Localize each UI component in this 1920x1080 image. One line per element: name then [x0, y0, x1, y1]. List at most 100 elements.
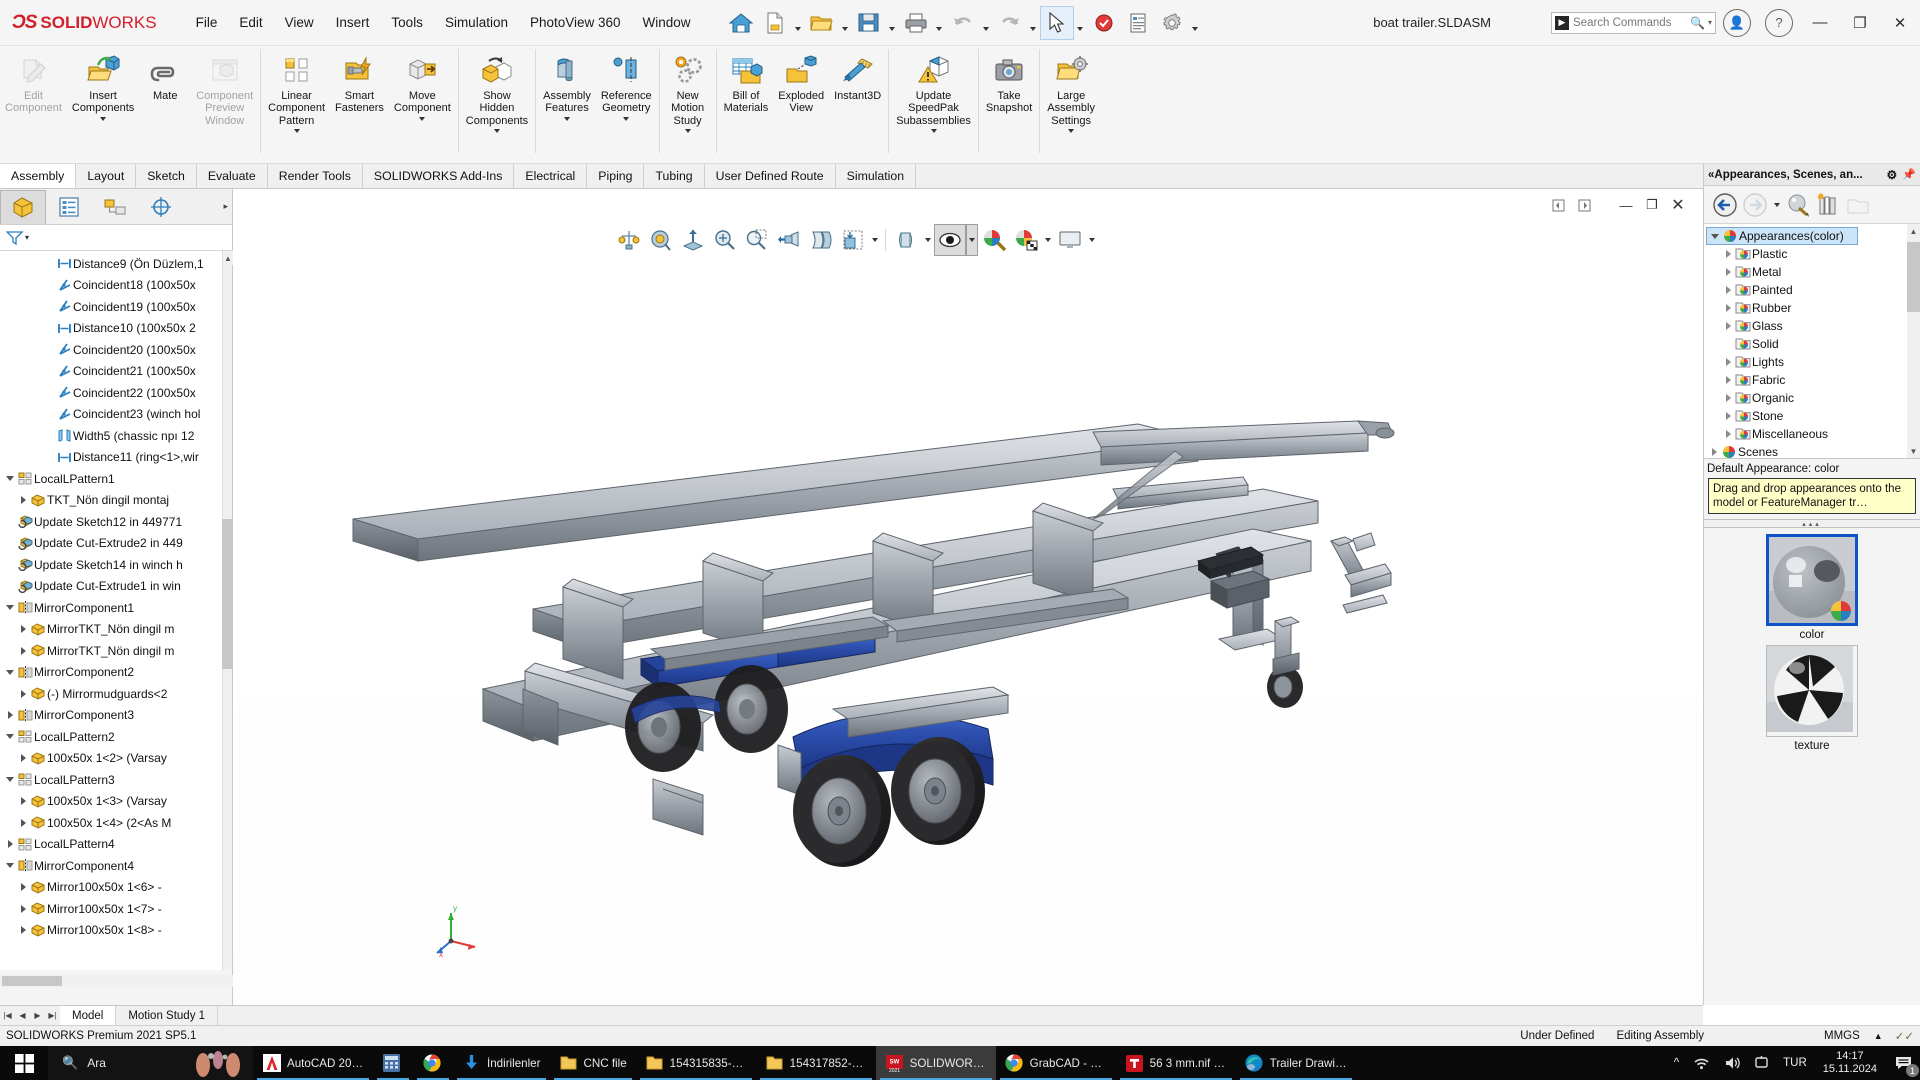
feature-tree-row[interactable]: LocalLPattern3	[0, 769, 222, 791]
expand-toggle-right[interactable]	[1722, 430, 1734, 438]
ribbon-caret-show-hidden-components[interactable]	[494, 129, 500, 133]
model-tab-model[interactable]: Model	[60, 1006, 116, 1025]
appearance-sphere-icon[interactable]	[1783, 190, 1813, 220]
feature-tree-row[interactable]: Mirror100x50x 1<8> -	[0, 920, 222, 942]
expand-toggle-right[interactable]	[1722, 250, 1734, 258]
feature-tree-row[interactable]: LocalLPattern1	[0, 468, 222, 490]
expand-toggle-right[interactable]	[17, 625, 29, 633]
appearance-folder-rubber[interactable]: Rubber	[1706, 299, 1920, 317]
ribbon-large-assembly-settings[interactable]: LargeAssemblySettings	[1042, 49, 1100, 133]
expand-toggle-right[interactable]	[17, 797, 29, 805]
print-dropdown[interactable]	[933, 6, 946, 40]
taskbar-item-chrome-2[interactable]	[413, 1046, 453, 1080]
custom-folder-icon[interactable]	[1843, 190, 1873, 220]
user-account-icon[interactable]: 👤	[1723, 9, 1751, 37]
model-tabs-prev[interactable]: ◀	[15, 1006, 30, 1025]
restore-button[interactable]: ❐	[1840, 0, 1880, 46]
ribbon-show-hidden-components[interactable]: ShowHiddenComponents	[461, 49, 533, 133]
task-pane-pin-icon[interactable]: 📌	[1902, 168, 1916, 181]
fm-tabs-overflow[interactable]: ▸	[223, 201, 232, 212]
feature-tree-row[interactable]: MirrorTKT_Nön dingil m	[0, 619, 222, 641]
search-dropdown-caret[interactable]: ▾	[1708, 18, 1712, 27]
appearance-folder-solid[interactable]: Solid	[1706, 335, 1920, 353]
taskbar-item-autocad-0[interactable]: AutoCAD 2021 ...	[253, 1046, 373, 1080]
expand-toggle-down[interactable]	[4, 734, 16, 739]
ribbon-bill-of-materials[interactable]: Bill ofMaterials	[719, 49, 774, 115]
feature-tree-row[interactable]: MirrorComponent3	[0, 705, 222, 727]
scene-books-icon[interactable]	[1813, 190, 1843, 220]
expand-toggle-right[interactable]	[17, 883, 29, 891]
expand-toggle-right[interactable]	[17, 819, 29, 827]
boat-trailer-model[interactable]: y x	[233, 189, 1703, 1005]
menu-item-insert[interactable]: Insert	[325, 9, 381, 36]
panel-splitter-gripper[interactable]: ▴▴▴	[1704, 519, 1920, 528]
swatch-preview-texture[interactable]	[1766, 645, 1858, 737]
appearance-folder-painted[interactable]: Painted	[1706, 281, 1920, 299]
feature-tree-row[interactable]: Distance11 (ring<1>,wir	[0, 447, 222, 469]
swatch-item-color[interactable]: color	[1766, 534, 1858, 641]
tab-piping[interactable]: Piping	[587, 164, 644, 188]
save-dropdown[interactable]	[886, 6, 899, 40]
feature-tree-row[interactable]: MirrorComponent2	[0, 662, 222, 684]
appearance-folder-plastic[interactable]: Plastic	[1706, 245, 1920, 263]
swatch-item-texture[interactable]: texture	[1766, 645, 1858, 752]
taskbar-item-solidworks-7[interactable]: SW2021SOLIDWORKS ...	[876, 1046, 996, 1080]
model-tabs-next[interactable]: ▶	[30, 1006, 45, 1025]
taskbar-item-folder-6[interactable]: 154317852-1-wi...	[756, 1046, 876, 1080]
appearance-folder-fabric[interactable]: Fabric	[1706, 371, 1920, 389]
graphics-viewport[interactable]: — ❐ ✕	[233, 189, 1703, 1005]
feature-tree-row[interactable]: Coincident18 (100x50x	[0, 275, 222, 297]
file-properties-button[interactable]	[1121, 6, 1155, 40]
expand-toggle-down[interactable]	[4, 863, 16, 868]
options-dropdown[interactable]	[1189, 6, 1202, 40]
feature-tree-row[interactable]: TKT_Nön dingil montaj	[0, 490, 222, 512]
taskbar-item-edge-10[interactable]: Trailer Drawing...	[1236, 1046, 1356, 1080]
feature-tree-row[interactable]: Update Sketch12 in 449771	[0, 511, 222, 533]
expand-toggle-right[interactable]	[1722, 394, 1734, 402]
print-button[interactable]	[899, 6, 933, 40]
expand-toggle-right[interactable]	[1722, 358, 1734, 366]
taskbar-item-chrome-8[interactable]: GrabCAD - Go...	[996, 1046, 1116, 1080]
tab-sketch[interactable]: Sketch	[136, 164, 197, 188]
appearance-folder-miscellaneous[interactable]: Miscellaneous	[1706, 425, 1920, 443]
expand-toggle-right[interactable]	[1722, 412, 1734, 420]
feature-tree-row[interactable]: (-) Mirrormudguards<2	[0, 683, 222, 705]
expand-toggle-right[interactable]	[17, 754, 29, 762]
notification-center-icon[interactable]: 1	[1886, 1046, 1920, 1080]
ribbon-mate[interactable]: Mate	[139, 49, 191, 102]
feature-tree-row[interactable]: Width5 (chassic npı 12	[0, 425, 222, 447]
appearance-folder-glass[interactable]: Glass	[1706, 317, 1920, 335]
feature-tree-row[interactable]: Mirror100x50x 1<7> -	[0, 898, 222, 920]
tab-assembly[interactable]: Assembly	[0, 164, 76, 188]
feature-tree-row[interactable]: Update Sketch14 in winch h	[0, 554, 222, 576]
new-document-dropdown[interactable]	[792, 6, 805, 40]
close-button[interactable]: ✕	[1880, 0, 1920, 46]
menu-item-window[interactable]: Window	[632, 9, 702, 36]
taskbar-item-folder-5[interactable]: 154315835-1-4...	[636, 1046, 756, 1080]
new-home-button[interactable]	[724, 6, 758, 40]
tab-electrical[interactable]: Electrical	[514, 164, 587, 188]
expand-toggle-right[interactable]	[4, 711, 16, 719]
feature-tree-row[interactable]: Coincident20 (100x50x	[0, 339, 222, 361]
menu-item-view[interactable]: View	[274, 9, 325, 36]
ribbon-new-motion-study[interactable]: NewMotionStudy	[662, 49, 714, 133]
forward-arrow-icon[interactable]	[1740, 190, 1770, 220]
feature-tree-hscroll-thumb[interactable]	[2, 976, 62, 986]
tab-feature-manager-tree[interactable]	[0, 190, 46, 224]
feature-tree-row[interactable]: MirrorComponent4	[0, 855, 222, 877]
expand-toggle-right[interactable]	[17, 496, 29, 504]
tab-dimxpert-manager[interactable]	[138, 190, 184, 224]
feature-tree-row[interactable]: Coincident19 (100x50x	[0, 296, 222, 318]
appearances-scroll-up[interactable]: ▲	[1907, 224, 1920, 238]
wifi-icon[interactable]	[1686, 1056, 1717, 1070]
expand-toggle-right[interactable]	[1708, 448, 1720, 456]
feature-tree[interactable]: Distance9 (Ön Düzlem,1Coincident18 (100x…	[0, 251, 222, 970]
ribbon-caret-large-assembly-settings[interactable]	[1068, 129, 1074, 133]
ribbon-exploded-view[interactable]: ExplodedView	[773, 49, 829, 115]
ribbon-reference-geometry[interactable]: ReferenceGeometry	[596, 49, 657, 121]
redo-button[interactable]	[993, 6, 1027, 40]
feature-tree-row[interactable]: 100x50x 1<3> (Varsay	[0, 791, 222, 813]
expand-toggle-right[interactable]	[17, 905, 29, 913]
expand-toggle-right[interactable]	[1722, 268, 1734, 276]
expand-toggle-down[interactable]	[4, 476, 16, 481]
